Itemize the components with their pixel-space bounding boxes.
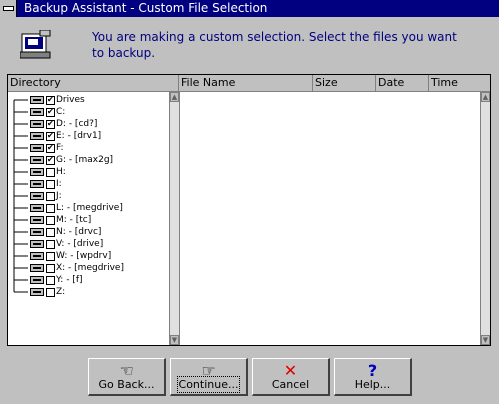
- tree-connector-lines: [13, 214, 28, 226]
- window-title: Backup Assistant - Custom File Selection: [24, 1, 268, 15]
- tree-connector-lines: [13, 250, 28, 262]
- tree-connector-lines: [13, 262, 28, 274]
- tree-item-label: H:: [56, 167, 66, 177]
- tree-item-label: C:: [56, 107, 66, 117]
- continue-button[interactable]: ☞ Continue...: [170, 358, 248, 396]
- tree-item-label: Y: - [f]: [56, 275, 83, 285]
- column-time[interactable]: Time: [429, 75, 490, 91]
- include-checkbox[interactable]: [46, 130, 55, 142]
- include-checkbox[interactable]: [46, 276, 55, 285]
- include-checkbox[interactable]: [46, 154, 55, 166]
- tree-item-label: N: - [drvc]: [56, 227, 102, 237]
- hard-drive-icon: [30, 132, 44, 140]
- hard-drive-icon: [30, 168, 44, 176]
- column-file-name[interactable]: File Name: [179, 75, 313, 91]
- tree-item-label: D: - [cd?]: [56, 119, 98, 129]
- hard-drive-icon: [30, 144, 44, 152]
- hard-drive-icon: [30, 204, 44, 212]
- continue-label: Continue...: [176, 376, 241, 393]
- tree-connector-lines: [13, 202, 28, 214]
- column-date[interactable]: Date: [376, 75, 429, 91]
- tree-connector-lines: [13, 118, 28, 130]
- hard-drive-icon: [30, 240, 44, 248]
- include-checkbox[interactable]: [46, 288, 55, 297]
- instruction-text: You are making a custom selection. Selec…: [92, 30, 457, 60]
- include-checkbox[interactable]: [46, 192, 55, 201]
- column-headers: Directory File Name Size Date Time: [8, 75, 490, 92]
- hard-drive-icon: [30, 228, 44, 236]
- scroll-down-arrow[interactable]: ▼: [170, 335, 179, 345]
- hard-drive-icon: [30, 156, 44, 164]
- tree-connector-lines: [13, 154, 28, 166]
- include-checkbox[interactable]: [46, 94, 55, 106]
- tree-connector-lines: [13, 238, 28, 250]
- hard-drive-icon: [30, 264, 44, 272]
- title-bar: Backup Assistant - Custom File Selection: [0, 0, 499, 17]
- tree-connector-lines: [13, 286, 28, 293]
- scroll-down-arrow[interactable]: ▼: [481, 335, 490, 345]
- file-list[interactable]: [179, 92, 480, 345]
- column-size[interactable]: Size: [313, 75, 376, 91]
- hard-drive-icon: [30, 120, 44, 128]
- help-button[interactable]: ? Help...: [334, 358, 412, 396]
- include-checkbox[interactable]: [46, 168, 55, 177]
- go-back-button[interactable]: ☜ Go Back...: [88, 358, 166, 396]
- tree-item-label: V: - [drive]: [56, 239, 104, 249]
- tree-item-label: M: - [tc]: [56, 215, 92, 225]
- tree-item-label: G: - [max2g]: [56, 155, 114, 165]
- tree-item-label: Z:: [56, 287, 66, 297]
- include-checkbox[interactable]: [46, 204, 55, 213]
- hard-drive-icon: [30, 180, 44, 188]
- backup-computer-icon: [20, 30, 51, 59]
- include-checkbox[interactable]: [46, 228, 55, 237]
- tree-item-label: F:: [56, 143, 64, 153]
- cancel-button[interactable]: ✕ Cancel: [252, 358, 330, 396]
- hard-drive-icon: [30, 252, 44, 260]
- include-checkbox[interactable]: [46, 216, 55, 225]
- tree-connector-lines: [13, 166, 28, 178]
- tree-item-label: Drives: [56, 95, 85, 105]
- tree-item-label: J:: [56, 191, 62, 201]
- hard-drive-icon: [30, 192, 44, 200]
- include-checkbox[interactable]: [46, 142, 55, 154]
- tree-connector-lines: [13, 130, 28, 142]
- column-directory[interactable]: Directory: [8, 75, 179, 91]
- system-menu-button[interactable]: [0, 0, 17, 17]
- tree-connector-lines: [13, 190, 28, 202]
- scroll-up-arrow[interactable]: ▲: [170, 92, 179, 102]
- tree-item-label: L: - [megdrive]: [56, 203, 123, 213]
- include-checkbox[interactable]: [46, 118, 55, 130]
- tree-connector-lines: [13, 274, 28, 286]
- tree-item-label: W: - [wpdrv]: [56, 251, 112, 261]
- tree-item-label: I:: [56, 179, 62, 189]
- include-checkbox[interactable]: [46, 252, 55, 261]
- drives-icon: [30, 96, 44, 104]
- hard-drive-icon: [30, 216, 44, 224]
- file-list-scrollbar[interactable]: ▲ ▼: [480, 92, 490, 345]
- hard-drive-icon: [30, 276, 44, 284]
- include-checkbox[interactable]: [46, 264, 55, 273]
- tree-connector-lines: [13, 178, 28, 190]
- tree-connector-lines: [13, 142, 28, 154]
- tree-connector-lines: [13, 106, 28, 118]
- include-checkbox[interactable]: [46, 106, 55, 118]
- directory-scrollbar[interactable]: ▲ ▼: [169, 92, 179, 345]
- directory-tree[interactable]: Drives C: D: - [cd?] E: - [drv1] F: G: - [max…: [8, 92, 169, 345]
- tree-item-label: E: - [drv1]: [56, 131, 102, 141]
- scroll-up-arrow[interactable]: ▲: [481, 92, 490, 102]
- include-checkbox[interactable]: [46, 180, 55, 189]
- include-checkbox[interactable]: [46, 240, 55, 249]
- tree-connector-lines: [13, 99, 28, 106]
- tree-item-label: X: - [megdrive]: [56, 263, 124, 273]
- file-selection-panel: Directory File Name Size Date Time Drive…: [7, 74, 491, 346]
- tree-connector-lines: [13, 226, 28, 238]
- hard-drive-icon: [30, 108, 44, 116]
- hard-drive-icon: [30, 288, 44, 296]
